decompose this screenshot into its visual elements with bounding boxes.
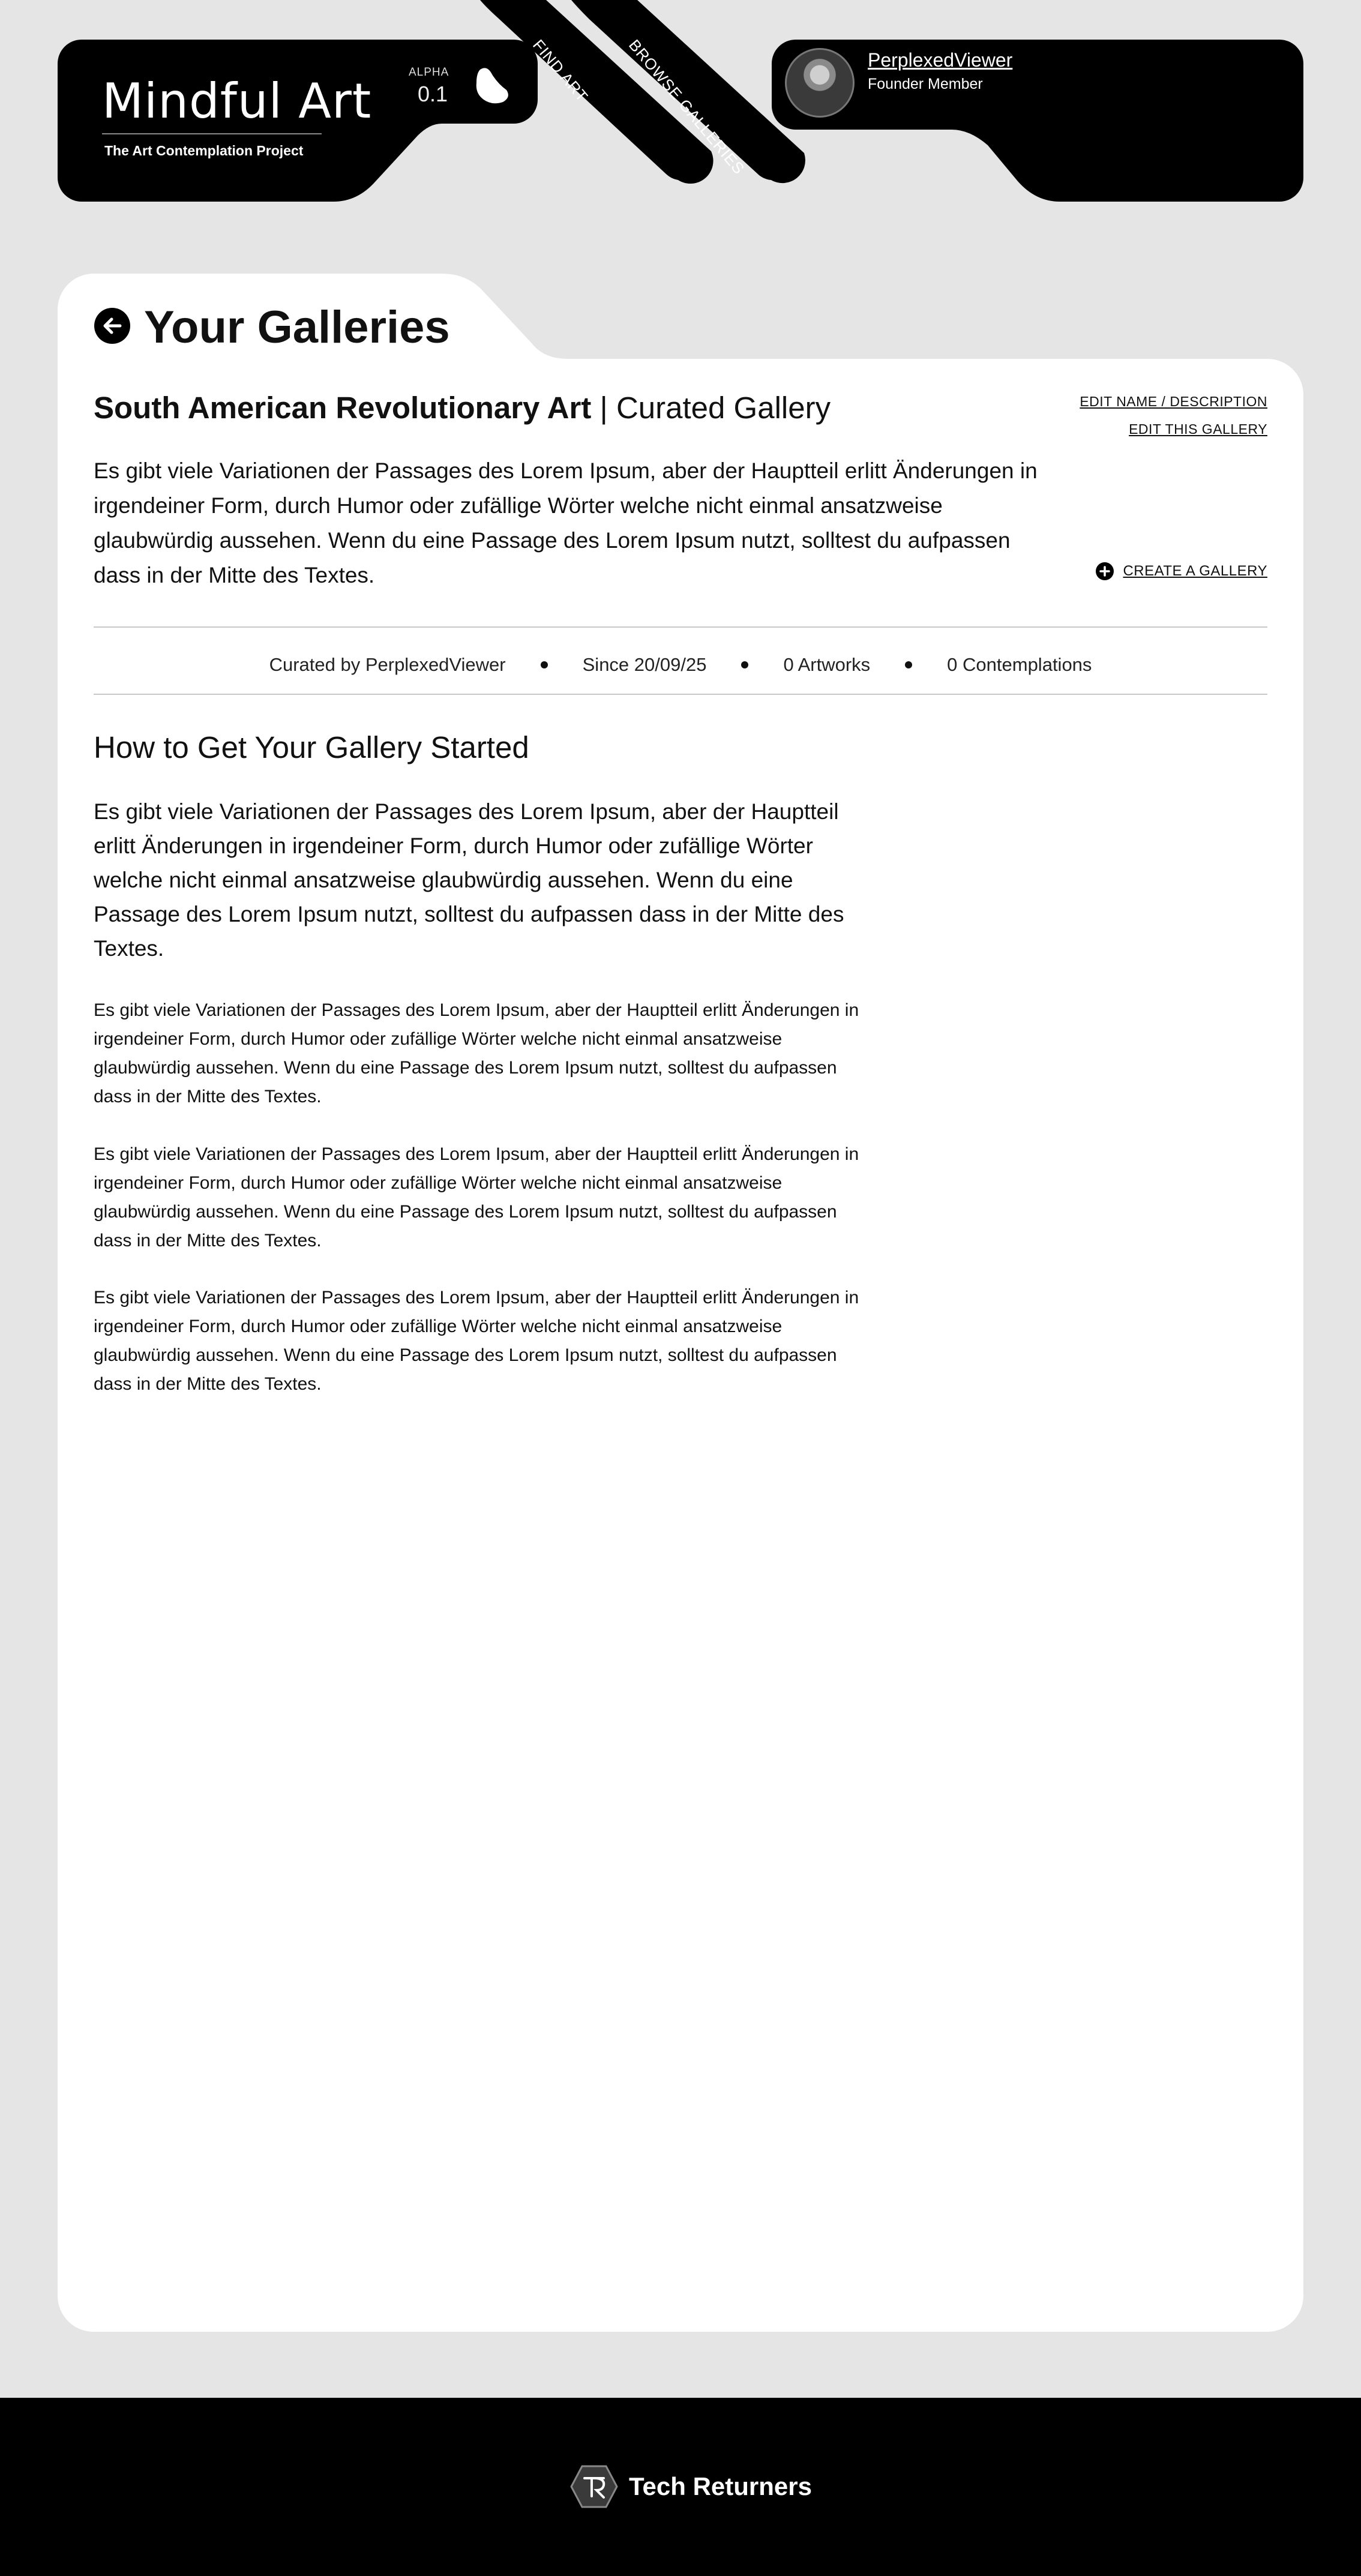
- meta-separator-dot: [540, 661, 548, 668]
- gallery-since: Since 20/09/25: [582, 654, 707, 675]
- gallery-contemplation-count: 0 Contemplations: [947, 654, 1092, 675]
- gallery-name: South American Revolutionary Art: [94, 391, 592, 425]
- guide-intro: Es gibt viele Variationen der Passages d…: [94, 799, 844, 961]
- logo-divider: [102, 133, 322, 134]
- meta-separator-dot: [741, 661, 749, 668]
- username-link[interactable]: PerplexedViewer: [868, 49, 1012, 71]
- plus-circle-icon: [1096, 562, 1114, 580]
- guide-paragraph: Es gibt viele Variationen der Passages d…: [94, 1000, 859, 1106]
- gallery-curator: Curated by PerplexedViewer: [269, 654, 506, 675]
- gallery-type: Curated Gallery: [616, 391, 831, 425]
- member-level: Founder Member: [868, 76, 983, 92]
- create-gallery-button[interactable]: Create a Gallery: [1095, 562, 1267, 581]
- guide-paragraph: Es gibt viele Variationen der Passages d…: [94, 1288, 859, 1394]
- arrow-left-circle-icon[interactable]: [94, 307, 131, 344]
- user-card: PerplexedViewer Founder Member: [772, 40, 1303, 202]
- avatar[interactable]: [785, 48, 855, 118]
- nav-pills-background: [480, 0, 805, 184]
- footer-brand-link[interactable]: Tech Returners: [570, 2465, 812, 2508]
- gallery-heading: South American Revolutionary Art | Curat…: [94, 390, 831, 425]
- version-value: 0.1: [418, 82, 448, 106]
- user-card-background: [772, 40, 1303, 202]
- edit-name-description-link[interactable]: Edit Name / Description: [1080, 394, 1267, 410]
- edit-gallery-link[interactable]: Edit This Gallery: [1129, 421, 1267, 437]
- meta-separator-dot: [905, 661, 913, 668]
- guide-paragraph: Es gibt viele Variationen der Passages d…: [94, 1144, 859, 1250]
- page-title: Your Galleries: [144, 302, 450, 353]
- gallery-panel: Your Galleries South American Revolution…: [58, 274, 1303, 2332]
- gallery-meta: Curated by PerplexedViewer Since 20/09/2…: [94, 646, 1267, 684]
- tech-returners-hexagon-icon: [570, 2465, 618, 2508]
- gallery-description: Es gibt viele Variationen der Passages d…: [94, 458, 1038, 587]
- gallery-heading-separator: |: [591, 391, 616, 425]
- divider-bottom: [94, 694, 1267, 695]
- app-logo-title[interactable]: Mindful Art: [102, 73, 371, 129]
- app-subtitle: The Art Contemplation Project: [104, 143, 304, 158]
- footer: Tech Returners: [0, 2398, 1361, 2576]
- footer-brand-name: Tech Returners: [629, 2472, 812, 2500]
- gallery-artwork-count: 0 Artworks: [783, 654, 871, 675]
- version-label: ALPHA: [409, 66, 449, 79]
- guide-title: How to Get Your Gallery Started: [94, 730, 529, 764]
- create-gallery-label: Create a Gallery: [1123, 563, 1267, 579]
- divider-top: [94, 626, 1267, 628]
